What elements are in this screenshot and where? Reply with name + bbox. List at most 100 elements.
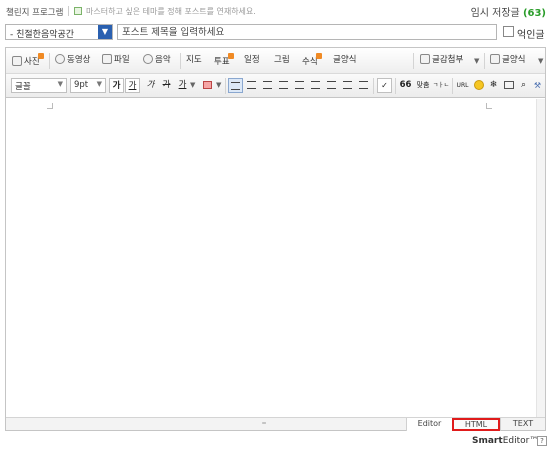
more-tools-button[interactable]: ⚒ bbox=[530, 78, 545, 93]
music-icon bbox=[143, 54, 153, 64]
find-button[interactable]: ⌕ bbox=[516, 78, 531, 93]
pin-label: 억인글 bbox=[517, 30, 545, 41]
spellcheck-icon: ✓ bbox=[381, 81, 388, 90]
pin-checkbox[interactable] bbox=[503, 26, 514, 37]
font-value: 글꼴 bbox=[15, 82, 31, 92]
link-button[interactable]: URL bbox=[454, 78, 471, 93]
font-color-button[interactable]: 가 bbox=[175, 78, 190, 93]
tools-icon: ⚒ bbox=[533, 81, 542, 90]
brand-editor: Editor™ bbox=[502, 436, 539, 446]
attach-content-button[interactable]: 글감첨부 bbox=[420, 53, 463, 69]
new-badge-icon bbox=[227, 53, 234, 59]
music-label: 음악 bbox=[155, 55, 171, 65]
brand-smart: Smart bbox=[472, 436, 503, 446]
strikethrough-button[interactable]: 가 bbox=[159, 78, 174, 93]
justify-button[interactable] bbox=[276, 78, 291, 93]
template-label: 글양식 bbox=[502, 55, 526, 65]
text-mode-tab[interactable]: TEXT bbox=[500, 418, 545, 431]
file-icon bbox=[102, 54, 112, 64]
file-label: 파일 bbox=[114, 55, 130, 65]
underline-button[interactable]: 가 bbox=[125, 78, 140, 93]
poll-button[interactable]: 투표 bbox=[214, 53, 234, 69]
italic-button[interactable]: 가 bbox=[143, 78, 158, 93]
indent-icon bbox=[343, 81, 352, 89]
chevron-down-icon[interactable]: ▼ bbox=[98, 25, 112, 39]
music-button[interactable]: 음악 bbox=[143, 53, 171, 69]
align-right-button[interactable] bbox=[260, 78, 275, 93]
align-right-icon bbox=[263, 81, 272, 89]
spelling-button[interactable]: 맞춤 bbox=[414, 78, 432, 93]
mode-bar: ═ Editor HTML TEXT bbox=[6, 417, 545, 431]
editor-content-area[interactable] bbox=[6, 99, 545, 417]
template-button[interactable]: 글양식 bbox=[490, 53, 525, 69]
challenge-icon bbox=[74, 7, 82, 15]
chevron-down-icon[interactable]: ▼ bbox=[538, 57, 543, 65]
html-mode-tab[interactable]: HTML bbox=[452, 418, 500, 431]
chevron-down-icon[interactable]: ▼ bbox=[216, 81, 221, 89]
align-left-icon bbox=[231, 82, 240, 90]
table-button[interactable] bbox=[501, 78, 516, 93]
chevron-down-icon: ▼ bbox=[96, 80, 102, 88]
category-value: - 친절한음악공간 bbox=[10, 30, 75, 40]
smiley-icon bbox=[473, 80, 484, 90]
divider bbox=[413, 53, 414, 69]
category-select[interactable]: - 친절한음악공간 ▼ bbox=[5, 24, 113, 40]
chevron-down-icon[interactable]: ▼ bbox=[190, 81, 195, 89]
ordered-list-button[interactable] bbox=[292, 78, 307, 93]
line-height-icon bbox=[359, 81, 368, 89]
table-icon bbox=[503, 81, 514, 89]
font-size-select[interactable]: 9pt ▼ bbox=[70, 78, 106, 93]
file-button[interactable]: 파일 bbox=[102, 53, 130, 69]
justify-icon bbox=[279, 81, 288, 89]
align-left-button[interactable] bbox=[228, 78, 243, 93]
draw-button[interactable]: 그림 bbox=[274, 53, 290, 69]
title-input[interactable] bbox=[117, 24, 497, 40]
map-button[interactable]: 지도 bbox=[186, 53, 202, 69]
help-button[interactable]: ? bbox=[537, 436, 547, 446]
drafts-label: 임시 저장글 bbox=[470, 8, 520, 19]
align-center-icon bbox=[247, 81, 256, 89]
resize-handle-icon[interactable]: ═ bbox=[260, 420, 268, 427]
quote-button[interactable]: 66 bbox=[398, 78, 413, 93]
outdent-button[interactable] bbox=[324, 78, 339, 93]
chevron-down-icon: ▼ bbox=[57, 80, 63, 88]
ordered-list-icon bbox=[295, 81, 304, 89]
highlight-button[interactable] bbox=[200, 78, 215, 93]
editor-mode-tab[interactable]: Editor bbox=[406, 418, 452, 431]
divider bbox=[68, 6, 69, 16]
chevron-down-icon[interactable]: ▼ bbox=[474, 57, 479, 65]
line-height-button[interactable] bbox=[356, 78, 371, 93]
highlight-icon bbox=[203, 81, 212, 89]
photo-button[interactable]: 사진 bbox=[12, 53, 44, 69]
symbol-button[interactable]: ❄ bbox=[486, 78, 501, 93]
margin-marker bbox=[486, 103, 492, 109]
divider bbox=[225, 78, 226, 94]
divider bbox=[49, 53, 50, 69]
unordered-list-button[interactable] bbox=[308, 78, 323, 93]
vertical-scrollbar[interactable] bbox=[536, 99, 545, 417]
format-toolbar: 글꼴 ▼ 9pt ▼ 가 가 가 가 가 ▼ ▼ ✓ 66 맞춤 ㄱㅏㄴ URL ❄… bbox=[6, 74, 545, 98]
writing-style-button[interactable]: 글양식 bbox=[333, 53, 356, 69]
top-line: 챌린지 프로그램 마스터하고 싶은 테마를 정해 포스트를 연재하세요. 임시 … bbox=[6, 4, 546, 19]
margin-marker bbox=[47, 103, 53, 109]
align-center-button[interactable] bbox=[244, 78, 259, 93]
drafts-link[interactable]: 임시 저장글 (63) bbox=[471, 4, 546, 19]
challenge-program-link[interactable]: 챌린지 프로그램 bbox=[6, 6, 63, 18]
insert-toolbar: 사진 동영상 파일 음악 지도 투표 일정 그림 수식 글양식 글감첨부 ▼ 글… bbox=[6, 48, 545, 74]
divider bbox=[373, 78, 374, 94]
unordered-list-icon bbox=[311, 81, 320, 89]
new-badge-icon bbox=[37, 53, 44, 59]
emoticon-button[interactable] bbox=[471, 78, 486, 93]
camera-icon bbox=[12, 56, 22, 66]
bold-button[interactable]: 가 bbox=[109, 78, 124, 93]
formula-button[interactable]: 수식 bbox=[302, 53, 322, 69]
spellcheck-button[interactable]: ✓ bbox=[377, 78, 392, 93]
attach-icon bbox=[420, 54, 430, 64]
smarteditor-logo: SmartEditor™ bbox=[472, 436, 538, 446]
indent-button[interactable] bbox=[340, 78, 355, 93]
font-select[interactable]: 글꼴 ▼ bbox=[11, 78, 67, 93]
schedule-button[interactable]: 일정 bbox=[244, 53, 260, 69]
divider bbox=[180, 53, 181, 69]
special-char-button[interactable]: ㄱㅏㄴ bbox=[432, 78, 450, 93]
video-button[interactable]: 동영상 bbox=[55, 53, 90, 69]
